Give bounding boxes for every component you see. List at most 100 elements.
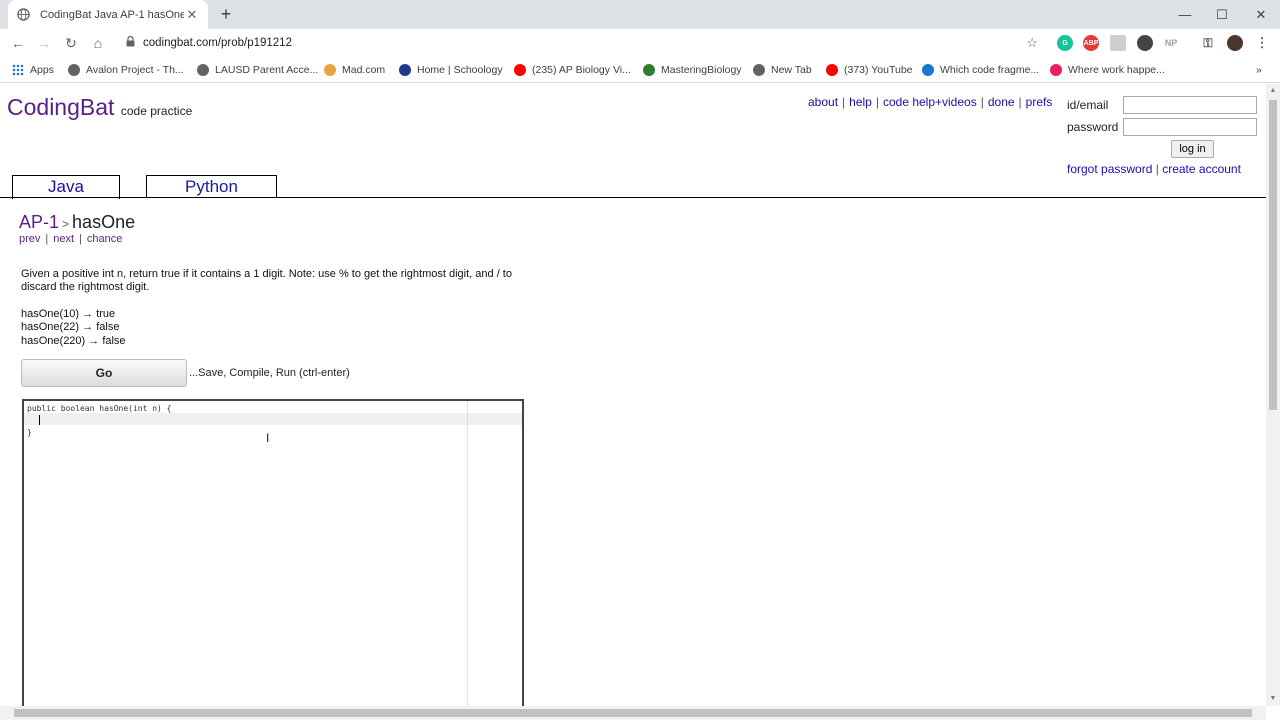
bookmark-label: (373) YouTube xyxy=(844,64,913,76)
url-text: codingbat.com/prob/p191212 xyxy=(143,37,292,49)
bookmark-favicon-icon xyxy=(197,64,209,76)
go-hint: ...Save, Compile, Run (ctrl-enter) xyxy=(189,367,350,379)
link-help[interactable]: help xyxy=(849,95,872,109)
text-cursor xyxy=(39,415,40,425)
extension-icon[interactable] xyxy=(1110,35,1126,51)
site-brand[interactable]: CodingBat code practice xyxy=(7,94,192,121)
tab-title: CodingBat Java AP-1 hasOne xyxy=(40,8,184,21)
bookmark-label: Mad.com xyxy=(342,64,386,76)
login-form: id/email password log in forgot password… xyxy=(1067,94,1262,176)
next-link[interactable]: next xyxy=(53,233,74,245)
bookmark-item[interactable]: New Tab xyxy=(753,63,812,77)
chance-link[interactable]: chance xyxy=(87,233,122,245)
login-button[interactable]: log in xyxy=(1171,140,1214,158)
password-input[interactable] xyxy=(1123,118,1257,136)
bookmark-label: MasteringBiology xyxy=(661,64,742,76)
code-editor[interactable]: public boolean hasOne(int n) { } xyxy=(22,399,524,706)
bookmark-item[interactable]: Which code fragme... xyxy=(922,63,1039,77)
scroll-up-icon[interactable]: ▲ xyxy=(1266,84,1280,98)
code-text: public boolean hasOne(int n) { } xyxy=(27,403,172,439)
address-bar[interactable]: codingbat.com/prob/p191212 ☆ xyxy=(116,32,1048,54)
browser-toolbar: ← → ↻ ⌂ codingbat.com/prob/p191212 ☆ G A… xyxy=(0,29,1280,57)
window-close-icon[interactable]: ✕ xyxy=(1238,0,1280,29)
browser-tab-strip: CodingBat Java AP-1 hasOne ✕ + — ☐ ✕ xyxy=(0,0,1280,29)
more-bookmarks-icon[interactable]: » xyxy=(1256,63,1262,77)
bookmark-favicon-icon xyxy=(643,64,655,76)
bookmark-label: LAUSD Parent Acce... xyxy=(215,64,319,76)
scrollbar-thumb[interactable] xyxy=(14,709,1252,717)
create-account-link[interactable]: create account xyxy=(1162,162,1241,176)
link-code-help-videos[interactable]: code help+videos xyxy=(883,95,977,109)
bookmark-star-icon[interactable]: ☆ xyxy=(1026,35,1038,51)
example-item: hasOne(22) → false xyxy=(21,321,120,334)
scroll-down-icon[interactable]: ▼ xyxy=(1266,692,1280,706)
page-content: CodingBat code practice about | help | code … xyxy=(0,84,1266,706)
browser-tab[interactable]: CodingBat Java AP-1 hasOne ✕ xyxy=(8,0,208,29)
menu-icon[interactable]: ⋮ xyxy=(1254,35,1270,51)
bookmark-label: Avalon Project - Th... xyxy=(86,64,184,76)
bookmark-favicon-icon xyxy=(324,64,336,76)
breadcrumb: AP-1 > hasOne xyxy=(19,212,135,233)
apps-grid-icon xyxy=(12,64,24,76)
problem-title: hasOne xyxy=(72,212,136,232)
examples-list: hasOne(10) → true hasOne(22) → false has… xyxy=(21,308,126,348)
bookmark-item[interactable]: Where work happe... xyxy=(1050,63,1165,77)
go-button[interactable]: Go xyxy=(21,359,187,387)
bookmark-label: Home | Schoology xyxy=(417,64,503,76)
forward-icon[interactable]: → xyxy=(34,33,54,53)
top-links: about | help | code help+videos | done | prefs xyxy=(808,95,1053,109)
home-icon[interactable]: ⌂ xyxy=(88,33,108,53)
bookmark-item[interactable]: (235) AP Biology Vi... xyxy=(514,63,631,77)
lock-icon xyxy=(126,34,135,52)
bookmarks-bar: Apps Avalon Project - Th... LAUSD Parent A… xyxy=(0,57,1280,83)
extension-badge-icon[interactable] xyxy=(1137,35,1153,51)
bookmark-label: (235) AP Biology Vi... xyxy=(532,64,631,76)
np-extension-icon[interactable]: NP xyxy=(1163,35,1179,51)
tab-python[interactable]: Python xyxy=(146,175,277,198)
bookmark-item[interactable]: Mad.com xyxy=(324,63,385,77)
bookmark-favicon-icon xyxy=(1050,64,1062,76)
bookmark-item[interactable]: MasteringBiology xyxy=(643,63,742,77)
bookmark-item[interactable]: Avalon Project - Th... xyxy=(68,63,184,77)
id-email-input[interactable] xyxy=(1123,96,1257,114)
key-icon[interactable]: ⚿ xyxy=(1200,35,1216,51)
breadcrumb-category[interactable]: AP-1 xyxy=(19,212,59,232)
grammarly-icon[interactable]: G xyxy=(1057,35,1073,51)
bookmark-label: Which code fragme... xyxy=(940,64,1040,76)
new-tab-icon[interactable]: + xyxy=(216,4,236,24)
breadcrumb-separator: > xyxy=(62,217,70,231)
bookmark-favicon-icon xyxy=(68,64,80,76)
example-item: hasOne(220) → false xyxy=(21,334,126,347)
problem-description: Given a positive int n, return true if i… xyxy=(21,268,512,293)
back-icon[interactable]: ← xyxy=(8,33,28,53)
close-icon[interactable]: ✕ xyxy=(184,7,200,23)
link-about[interactable]: about xyxy=(808,95,838,109)
profile-avatar[interactable] xyxy=(1227,35,1243,51)
globe-icon xyxy=(16,8,30,22)
bookmark-item[interactable]: Home | Schoology xyxy=(399,63,503,77)
adblock-icon[interactable]: ABP xyxy=(1083,35,1099,51)
id-email-label: id/email xyxy=(1067,98,1109,112)
scrollbar-thumb[interactable] xyxy=(1269,100,1277,410)
tab-divider xyxy=(0,197,1266,198)
bookmark-favicon-icon xyxy=(826,64,838,76)
bookmark-favicon-icon xyxy=(399,64,411,76)
problem-nav: prev | next | chance xyxy=(19,233,123,245)
tab-java[interactable]: Java xyxy=(12,175,120,199)
bookmark-item[interactable]: Apps xyxy=(12,63,54,77)
link-done[interactable]: done xyxy=(988,95,1015,109)
bookmark-favicon-icon xyxy=(514,64,526,76)
bookmark-item[interactable]: (373) YouTube xyxy=(826,63,913,77)
link-prefs[interactable]: prefs xyxy=(1026,95,1053,109)
prev-link[interactable]: prev xyxy=(19,233,40,245)
bookmark-favicon-icon xyxy=(753,64,765,76)
bookmark-item[interactable]: LAUSD Parent Acce... xyxy=(197,63,318,77)
print-margin xyxy=(467,401,468,706)
forgot-password-link[interactable]: forgot password xyxy=(1067,162,1152,176)
horizontal-scrollbar[interactable] xyxy=(0,706,1266,720)
vertical-scrollbar[interactable]: ▲ ▼ xyxy=(1266,84,1280,706)
example-item: hasOne(10) → true xyxy=(21,308,116,320)
password-label: password xyxy=(1067,120,1119,134)
reload-icon[interactable]: ↻ xyxy=(61,33,81,53)
